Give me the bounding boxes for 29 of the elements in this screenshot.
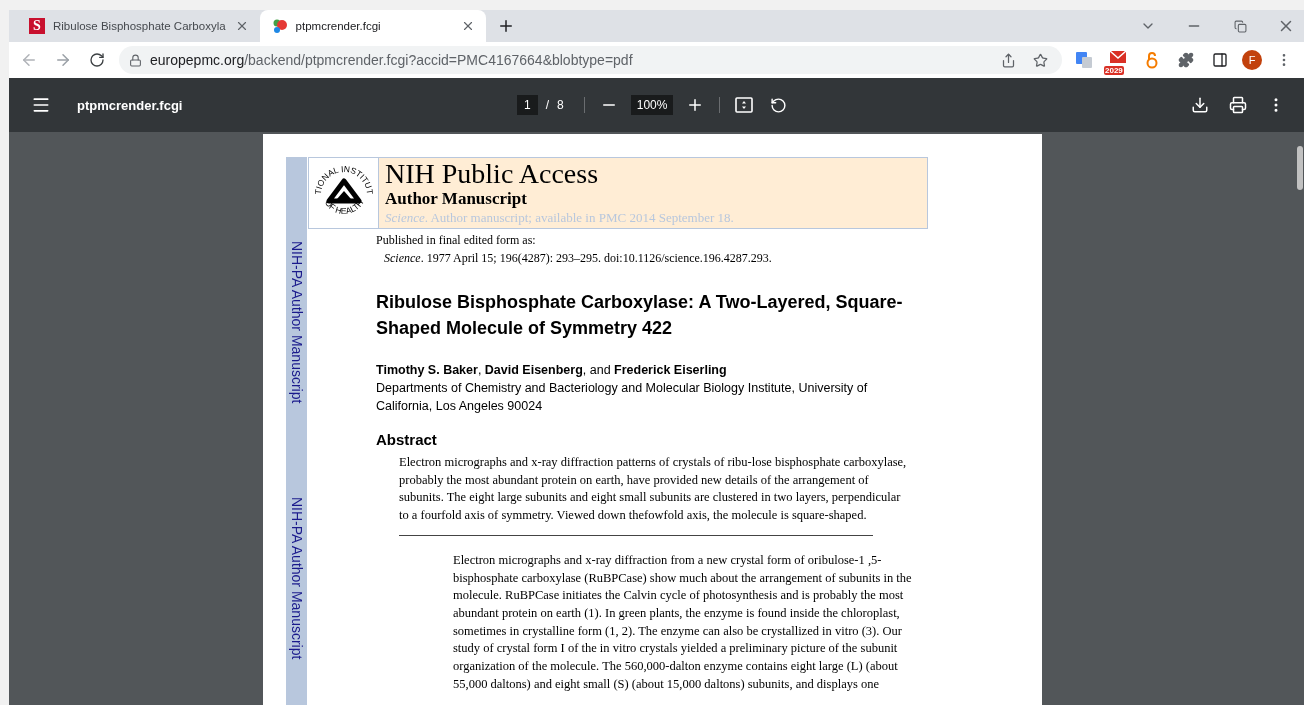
zoom-field[interactable]: 100% bbox=[630, 95, 674, 115]
page-number-field[interactable]: 1 bbox=[517, 95, 538, 115]
authors: Timothy S. Baker, David Eisenberg, and Frederick Eiserling bbox=[376, 362, 728, 379]
profile-avatar[interactable]: F bbox=[1242, 50, 1262, 70]
favicon: S bbox=[29, 18, 45, 34]
mail-extension[interactable]: 2029 bbox=[1106, 48, 1130, 72]
citation: Science. 1977 April 15; 196(4287): 293–295. doi:10.1126/science.196.4287.293. bbox=[383, 251, 773, 265]
article-title: Ribulose Bisphosphate Carboxylase: A Two-Layered, Square-Shaped Molecule of Symmetry 422 bbox=[376, 291, 904, 340]
favicon bbox=[271, 18, 288, 34]
page-separator: / bbox=[545, 98, 550, 112]
page-total: 8 bbox=[557, 98, 564, 112]
envelope-icon bbox=[1109, 50, 1127, 64]
sidebar-label: NIH-PA Author Manuscript bbox=[288, 497, 305, 660]
file-name: ptpmcrender.fcgi bbox=[77, 97, 184, 113]
browser-tab[interactable]: S Ribulose Bisphosphate Carboxyla bbox=[17, 10, 260, 42]
address-bar[interactable]: europepmc.org/backend/ptpmcrender.fcgi?accid=PMC4167664&blobtype=pdf bbox=[119, 46, 1062, 74]
abstract-heading: Abstract bbox=[376, 431, 438, 448]
browser-tab[interactable]: ptpmcrender.fcgi bbox=[259, 10, 486, 42]
header-note: Science. Author manuscript; available in PMC 2014 September 18. bbox=[385, 209, 735, 226]
scrollbar-thumb[interactable] bbox=[1297, 146, 1303, 190]
header-subtitle: Author Manuscript bbox=[385, 189, 528, 209]
abstract-text: Electron micrographs and x-ray diffraction patterns of crystals of ribu-lose bisphosphate carboxylase, probably the most abundant protein on earth, have provided new details of the arrangement of subunits. The eight large subunits and eight small subunits are clustered in two layers, perpendicular to a fourfold axis of symmetry. Viewed down thefowfold axis, the molecule is square-shaped. bbox=[399, 454, 908, 525]
body-text: Electron micrographs and x-ray diffraction from a new crystal form of oribulose-1 ,5-bisphosphate carboxylase (RuBPCase) show much about the arrangement of subunits in the molecule. RuBPCase initiates the Calvin cycle of photosynthesis and is probably the most abundant protein on earth (1). In green plants, the enzyme is found inside the chloroplast, sometimes in crystalline form (1, 2). The enzyme can also be crystallized in vitro (3). Our study of crystal form I of the in vitro crystals yielded a preliminary picture of the subunit organization of the molecule. The 560,000-dalton enzyme contains eight large (L) (about 55,000 daltons) and eight small (S) (about 15,000 daltons) subunits, and displays one bbox=[453, 551, 913, 693]
mail-badge: 2029 bbox=[1104, 66, 1124, 75]
header-title: NIH Public Access bbox=[385, 158, 600, 189]
affiliation: Departments of Chemistry and Bacteriology and Molecular Biology Institute, University of California, Los Angeles 90024 bbox=[376, 380, 869, 415]
published-label: Published in final edited form as: bbox=[376, 233, 537, 247]
sidebar-label: NIH-PA Author Manuscript bbox=[288, 241, 305, 404]
lock-icon bbox=[129, 53, 142, 67]
